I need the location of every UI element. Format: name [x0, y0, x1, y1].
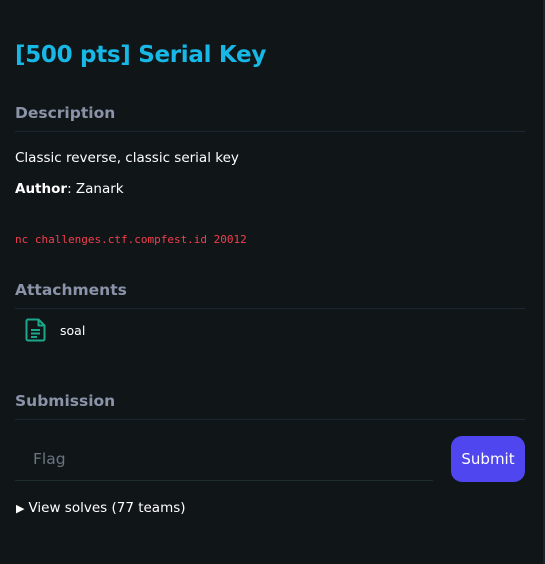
attachment-link-soal[interactable]: soal	[25, 318, 85, 342]
challenge-panel: [500 pts] Serial Key Description Classic…	[0, 0, 545, 564]
attachments-divider	[15, 308, 525, 309]
flag-input[interactable]	[15, 437, 433, 481]
netcat-command: nc challenges.ctf.compfest.id 20012	[15, 233, 247, 246]
submission-divider	[15, 419, 525, 420]
author-separator: :	[67, 181, 76, 197]
file-document-icon	[25, 318, 46, 342]
author-label: Author	[15, 181, 68, 197]
author-name: Zanark	[75, 181, 124, 197]
description-divider	[15, 131, 525, 132]
caret-right-icon: ▶	[16, 502, 25, 515]
attachment-name: soal	[60, 322, 86, 338]
author-line: Author: Zanark	[15, 181, 124, 197]
attachments-heading: Attachments	[15, 281, 127, 299]
submission-heading: Submission	[15, 392, 116, 410]
submit-button[interactable]: Submit	[451, 436, 525, 482]
view-solves-label: View solves (77 teams)	[28, 500, 186, 516]
challenge-title: [500 pts] Serial Key	[15, 42, 267, 68]
description-heading: Description	[15, 104, 116, 122]
view-solves-toggle[interactable]: ▶ View solves (77 teams)	[16, 500, 186, 516]
description-text: Classic reverse, classic serial key	[15, 150, 239, 166]
